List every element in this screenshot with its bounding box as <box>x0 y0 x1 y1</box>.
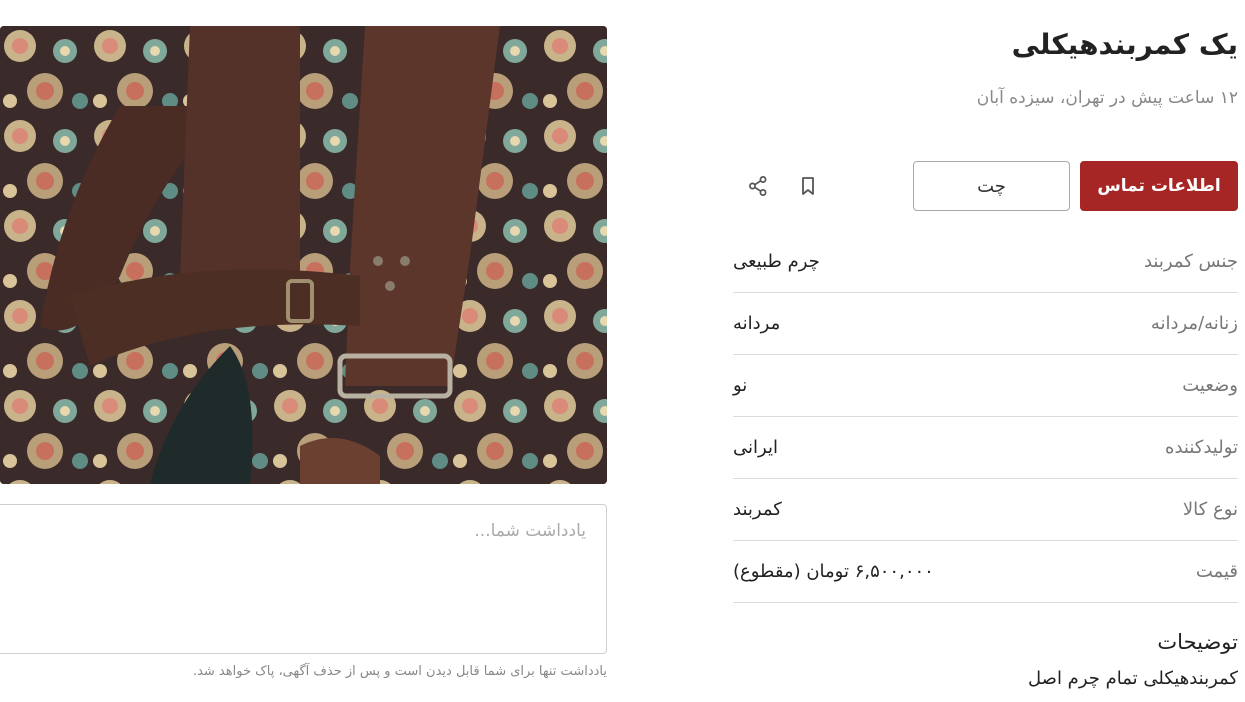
price-row: قیمت ۶,۵۰۰,۰۰۰ تومان (مقطوع) <box>733 541 1238 603</box>
attribute-label: تولیدکننده <box>1165 437 1238 458</box>
attribute-label: وضعیت <box>1182 375 1238 396</box>
attribute-row: تولیدکننده ایرانی <box>733 417 1238 479</box>
belt-photo-image <box>0 26 607 484</box>
note-input[interactable] <box>0 504 607 654</box>
attribute-row: نوع کالا کمربند <box>733 479 1238 541</box>
ad-photo[interactable] <box>0 26 607 484</box>
ad-subtitle: ۱۲ ساعت پیش در تهران، سیزده آبان <box>976 88 1238 108</box>
bookmark-icon[interactable] <box>796 174 820 198</box>
attribute-row: زنانه/مردانه مردانه <box>733 293 1238 355</box>
attribute-label: نوع کالا <box>1182 499 1238 520</box>
description-title: توضیحات <box>1157 630 1238 654</box>
description-text: کمربندهیکلی تمام چرم اصل <box>1028 668 1238 689</box>
attribute-list: جنس کمربند چرم طبیعی زنانه/مردانه مردانه… <box>733 231 1238 603</box>
attribute-value: چرم طبیعی <box>733 251 820 272</box>
contact-info-button[interactable]: اطلاعات تماس <box>1080 161 1238 211</box>
attribute-label: جنس کمربند <box>1143 251 1238 272</box>
attribute-row: جنس کمربند چرم طبیعی <box>733 231 1238 293</box>
attribute-value: مردانه <box>733 313 781 334</box>
attribute-label: زنانه/مردانه <box>1150 313 1238 334</box>
attribute-value: نو <box>733 375 748 396</box>
attribute-value: کمربند <box>733 499 782 520</box>
ad-title: یک کمربندهیکلی <box>1011 28 1238 61</box>
share-icon[interactable] <box>746 174 770 198</box>
attribute-row: وضعیت نو <box>733 355 1238 417</box>
price-value: ۶,۵۰۰,۰۰۰ تومان (مقطوع) <box>733 561 934 582</box>
price-label: قیمت <box>1195 561 1238 582</box>
attribute-value: ایرانی <box>733 437 778 458</box>
note-hint: یادداشت تنها برای شما قابل دیدن است و پس… <box>192 664 607 679</box>
chat-button[interactable]: چت <box>913 161 1070 211</box>
